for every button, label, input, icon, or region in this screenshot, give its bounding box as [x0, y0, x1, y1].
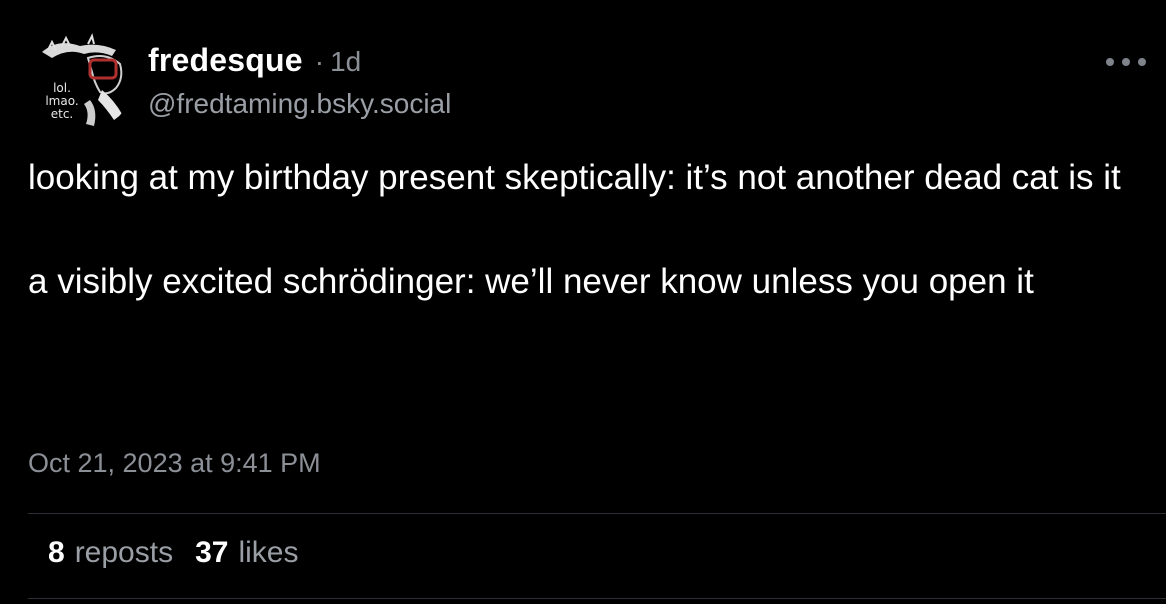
divider	[28, 598, 1166, 599]
post-timestamp: Oct 21, 2023 at 9:41 PM	[28, 448, 321, 478]
likes-count: 37	[195, 536, 229, 569]
post-paragraph: a visibly excited schrödinger: we’ll nev…	[28, 262, 1034, 301]
meta-separator: ·	[314, 46, 325, 77]
more-horizontal-icon	[1138, 58, 1146, 66]
more-options-button[interactable]	[1106, 50, 1146, 74]
engagement-stats: 8 reposts 37 likes	[48, 536, 298, 570]
author-row: fredesque · 1d	[148, 42, 361, 80]
post-view: lol. lmao. etc. fredesque · 1d @fredtami…	[0, 0, 1166, 604]
avatar[interactable]: lol. lmao. etc.	[28, 30, 132, 134]
reposts-label: reposts	[74, 536, 174, 569]
reposts-stat[interactable]: 8 reposts	[48, 536, 173, 570]
post-age: 1d	[330, 46, 362, 77]
post-body: looking at my birthday present skeptical…	[28, 152, 1138, 308]
divider	[28, 513, 1166, 514]
avatar-caption-line: etc.	[50, 107, 74, 121]
reposts-count: 8	[48, 536, 65, 569]
likes-label: likes	[238, 536, 299, 569]
more-horizontal-icon	[1122, 58, 1130, 66]
more-horizontal-icon	[1106, 58, 1114, 66]
author-handle[interactable]: @fredtaming.bsky.social	[148, 88, 451, 120]
post-paragraph: looking at my birthday present skeptical…	[28, 158, 1121, 197]
avatar-caption: lol. lmao. etc.	[40, 82, 84, 121]
likes-stat[interactable]: 37 likes	[195, 536, 298, 570]
display-name[interactable]: fredesque	[148, 42, 303, 79]
